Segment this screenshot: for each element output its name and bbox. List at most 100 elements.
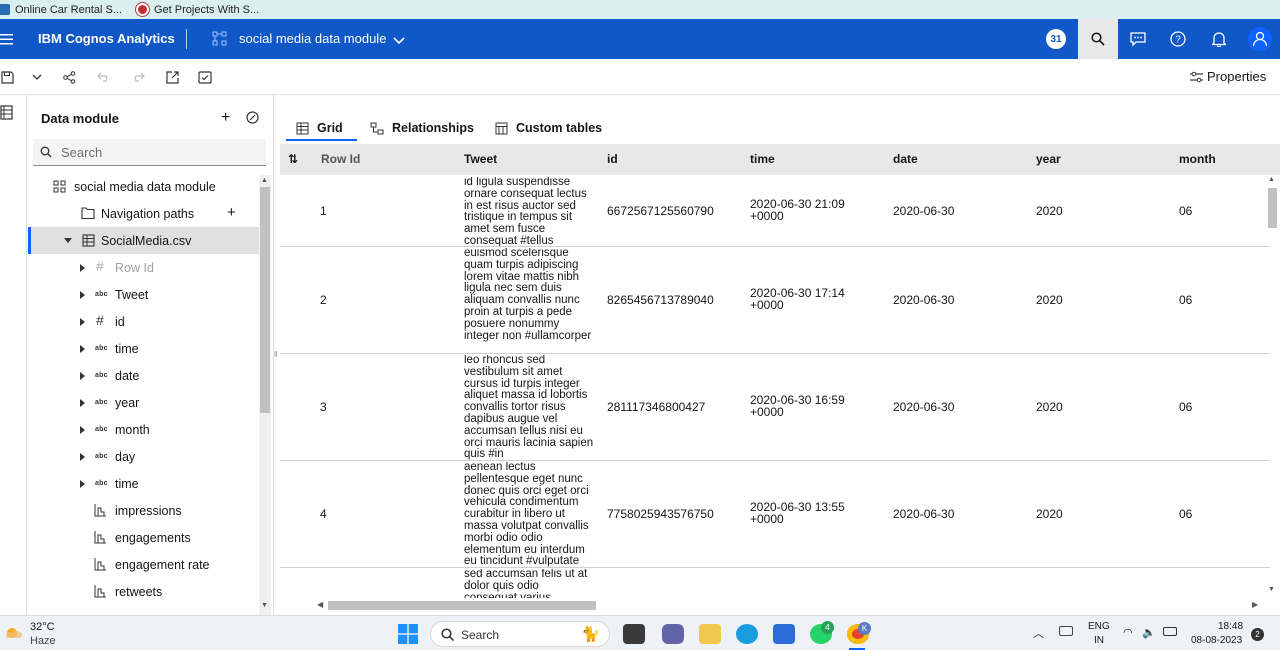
keyboard-icon[interactable] — [1059, 626, 1073, 636]
header-month[interactable]: month — [1179, 152, 1216, 166]
save-menu-button[interactable] — [27, 67, 47, 87]
hamburger-menu-button[interactable] — [0, 19, 26, 59]
scroll-down-icon[interactable]: ▼ — [1268, 586, 1275, 593]
undo-button[interactable] — [94, 67, 114, 87]
save-button[interactable] — [0, 67, 17, 87]
edge-icon[interactable] — [736, 624, 758, 644]
battery-icon[interactable] — [1163, 627, 1177, 636]
scroll-up-icon[interactable]: ▲ — [261, 177, 268, 184]
tree-measure-impressions[interactable]: impressions — [28, 497, 260, 524]
taskbar-search-box[interactable]: Search 🐈 — [430, 621, 610, 647]
scrollbar-thumb[interactable] — [328, 601, 596, 610]
tree-column-time-2[interactable]: abc time — [28, 470, 260, 497]
tree-column-month[interactable]: abc month — [28, 416, 260, 443]
caret-right-icon[interactable] — [80, 426, 85, 434]
volume-icon[interactable]: 🔈 — [1142, 626, 1156, 639]
chevron-up-icon[interactable]: ︿ — [1033, 625, 1044, 641]
header-tweet[interactable]: Tweet — [464, 152, 497, 166]
weather-temp[interactable]: 32°C — [30, 621, 55, 633]
header-id[interactable]: id — [607, 152, 618, 166]
chat-button[interactable] — [1118, 19, 1158, 59]
scroll-right-icon[interactable]: ▶ — [1252, 600, 1258, 609]
bookmark-car-rental[interactable]: Online Car Rental S... — [0, 4, 122, 16]
tree-item-module[interactable]: social media data module — [28, 173, 260, 200]
store-icon[interactable] — [773, 624, 795, 644]
tree-column-id[interactable]: # id — [28, 308, 260, 335]
caret-right-icon[interactable] — [80, 480, 85, 488]
relink-button[interactable] — [246, 111, 259, 129]
table-row[interactable]: 3 leo rhoncus sed vestibulum sit amet cu… — [280, 354, 1270, 461]
table-row[interactable]: sed accumsan felis ut at dolor quis odio… — [280, 568, 1270, 598]
table-row[interactable]: 1 id ligula suspendisse ornare consequat… — [280, 176, 1270, 247]
user-profile-button[interactable] — [1240, 19, 1280, 59]
scroll-down-icon[interactable]: ▼ — [261, 602, 268, 609]
header-date[interactable]: date — [893, 152, 918, 166]
weather-icon[interactable] — [4, 625, 24, 641]
tree-column-date[interactable]: abc date — [28, 362, 260, 389]
tree-item-table[interactable]: SocialMedia.csv — [28, 227, 260, 254]
scrollbar-thumb[interactable] — [260, 187, 270, 413]
header-time[interactable]: time — [750, 152, 775, 166]
clock-date[interactable]: 08-08-2023 — [1191, 635, 1242, 646]
bookmark-get-projects[interactable]: Get Projects With S... — [136, 3, 259, 16]
table-row[interactable]: 2 euismod scelerisque quam turpis adipis… — [280, 247, 1270, 354]
chevron-down-icon[interactable] — [393, 33, 405, 51]
validate-button[interactable] — [195, 67, 215, 87]
search-button[interactable] — [1078, 19, 1118, 59]
relationship-icon — [370, 122, 384, 134]
panel-resize-handle[interactable]: ‖ — [274, 350, 277, 359]
search-input[interactable]: Search — [33, 139, 266, 166]
tab-relationships[interactable]: Relationships — [370, 117, 474, 139]
task-view-icon[interactable] — [623, 624, 645, 644]
open-external-button[interactable] — [162, 67, 182, 87]
tab-custom-tables[interactable]: Custom tables — [495, 117, 602, 139]
scrollbar-thumb[interactable] — [1268, 188, 1277, 228]
data-sources-rail-button[interactable] — [0, 105, 13, 125]
caret-right-icon[interactable] — [80, 372, 85, 380]
notification-count-badge[interactable]: 2 — [1251, 628, 1264, 641]
region-label[interactable]: IN — [1094, 635, 1104, 646]
tree-measure-engagement-rate[interactable]: engagement rate — [28, 551, 260, 578]
share-button[interactable] — [59, 67, 79, 87]
caret-right-icon[interactable] — [80, 345, 85, 353]
add-source-button[interactable]: + — [221, 109, 230, 127]
caret-right-icon[interactable] — [80, 291, 85, 299]
caret-right-icon[interactable] — [80, 264, 85, 272]
add-navigation-path-button[interactable]: + — [227, 204, 236, 221]
tree-measure-engagements[interactable]: engagements — [28, 524, 260, 551]
user-count-button[interactable]: 31 — [1036, 19, 1076, 59]
caret-right-icon[interactable] — [80, 399, 85, 407]
file-explorer-icon[interactable] — [699, 624, 721, 644]
tree-measure-retweets[interactable]: retweets — [28, 578, 260, 605]
redo-button[interactable] — [128, 67, 148, 87]
tree-column-year[interactable]: abc year — [28, 389, 260, 416]
caret-down-icon[interactable] — [64, 238, 72, 243]
caret-right-icon[interactable] — [80, 453, 85, 461]
header-row-id[interactable]: Row Id — [321, 152, 360, 166]
teams-icon[interactable] — [662, 624, 684, 644]
tab-grid[interactable]: Grid — [286, 117, 357, 141]
properties-button[interactable]: Properties — [1190, 69, 1266, 84]
panel-scrollbar[interactable]: ▲ ▼ — [259, 175, 271, 615]
tree-column-time[interactable]: abc time — [28, 335, 260, 362]
windows-start-icon[interactable] — [398, 624, 418, 644]
tree-column-tweet[interactable]: abc Tweet — [28, 281, 260, 308]
header-year[interactable]: year — [1036, 152, 1061, 166]
grid-horizontal-scrollbar[interactable]: ◀ ▶ — [314, 599, 1264, 612]
sort-icon[interactable]: ⇅ — [288, 152, 298, 166]
notifications-button[interactable] — [1199, 19, 1239, 59]
grid-vertical-scrollbar[interactable]: ▲ ▼ — [1266, 176, 1278, 598]
language-label[interactable]: ENG — [1088, 621, 1110, 632]
caret-right-icon[interactable] — [80, 318, 85, 326]
table-row[interactable]: 4 aenean lectus pellentesque eget nunc d… — [280, 461, 1270, 568]
weather-desc[interactable]: Haze — [30, 635, 56, 647]
clock-time[interactable]: 18:48 — [1218, 621, 1243, 632]
tree-item-navigation-paths[interactable]: Navigation paths + — [28, 200, 260, 227]
scroll-left-icon[interactable]: ◀ — [317, 600, 323, 609]
tree-column-row-id[interactable]: # Row Id — [28, 254, 260, 281]
tree-column-day[interactable]: abc day — [28, 443, 260, 470]
help-button[interactable]: ? — [1158, 19, 1198, 59]
wifi-icon[interactable]: ◠ — [1123, 626, 1133, 639]
scroll-up-icon[interactable]: ▲ — [1268, 176, 1275, 183]
module-title[interactable]: social media data module — [239, 31, 386, 46]
